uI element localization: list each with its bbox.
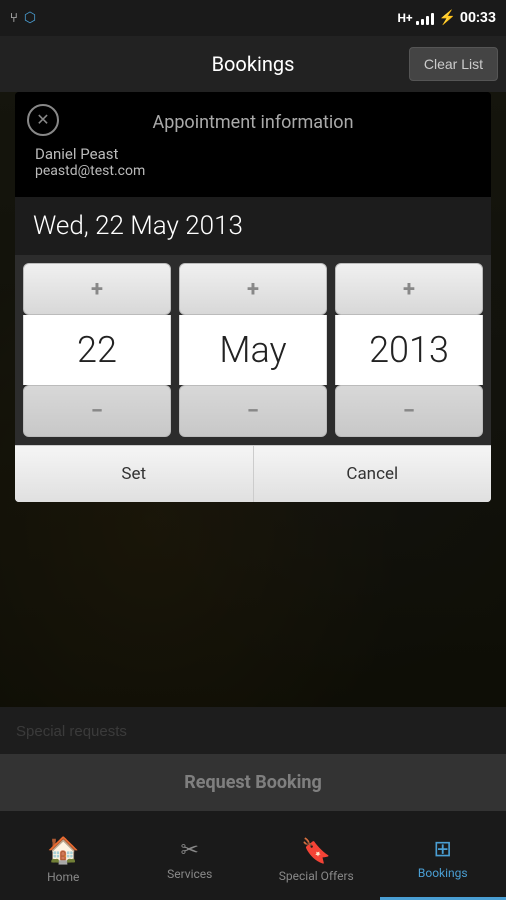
bottom-nav: 🏠 Home ✂ Services 🔖 Special Offers ⊞ Boo… [0, 810, 506, 900]
nav-item-services[interactable]: ✂ Services [127, 811, 254, 900]
clear-list-button[interactable]: Clear List [409, 47, 498, 81]
network-type-icon: H+ [397, 11, 412, 25]
nav-label-services: Services [167, 867, 212, 881]
day-decrement-button[interactable]: − [23, 385, 171, 437]
year-increment-button[interactable]: + [335, 263, 483, 315]
services-icon: ✂ [181, 838, 199, 863]
cancel-button[interactable]: Cancel [254, 446, 492, 502]
nav-item-bookings[interactable]: ⊞ Bookings [380, 811, 506, 900]
close-button[interactable]: ✕ [27, 104, 59, 136]
nav-label-special-offers: Special Offers [279, 869, 354, 883]
wifi-icon: ⬡ [24, 10, 36, 26]
special-offers-icon: 🔖 [301, 837, 331, 865]
month-decrement-button[interactable]: − [179, 385, 327, 437]
year-value: 2013 [335, 315, 483, 385]
bookings-icon: ⊞ [434, 837, 452, 862]
top-bar: Bookings Clear List [0, 36, 506, 92]
status-icons-left: ⑂ ⬡ [10, 10, 36, 26]
close-icon: ✕ [36, 110, 49, 130]
clock: 00:33 [460, 10, 496, 26]
status-bar: ⑂ ⬡ H+ ⚡ 00:33 [0, 0, 506, 36]
status-icons-right: H+ ⚡ 00:33 [397, 10, 496, 26]
appointment-dialog: ✕ Appointment information Daniel Peast p… [15, 92, 491, 502]
date-display-text: Wed, 22 May 2013 [33, 211, 243, 241]
spinner-row: + 22 − + May − + [15, 255, 491, 445]
usb-icon: ⑂ [10, 11, 18, 26]
year-spinner: + 2013 − [335, 263, 483, 437]
minus-icon-year: − [403, 399, 415, 424]
plus-icon-year: + [403, 277, 415, 302]
nav-item-special-offers[interactable]: 🔖 Special Offers [253, 811, 380, 900]
day-increment-button[interactable]: + [23, 263, 171, 315]
month-increment-button[interactable]: + [179, 263, 327, 315]
dialog-title: Appointment information [31, 112, 475, 133]
date-picker: Wed, 22 May 2013 + 22 − + May − [15, 197, 491, 502]
day-spinner: + 22 − [23, 263, 171, 437]
signal-bars [416, 11, 434, 25]
dialog-header: ✕ Appointment information Daniel Peast p… [15, 92, 491, 197]
minus-icon-day: − [91, 399, 103, 424]
plus-icon-month: + [247, 277, 259, 302]
home-icon: 🏠 [47, 836, 79, 866]
nav-item-home[interactable]: 🏠 Home [0, 811, 127, 900]
year-decrement-button[interactable]: − [335, 385, 483, 437]
set-button[interactable]: Set [15, 446, 254, 502]
page-title: Bookings [212, 52, 295, 76]
dialog-action-buttons: Set Cancel [15, 445, 491, 502]
plus-icon-day: + [91, 277, 103, 302]
day-value: 22 [23, 315, 171, 385]
user-name: Daniel Peast [35, 145, 475, 163]
minus-icon-month: − [247, 399, 259, 424]
battery-icon: ⚡ [438, 10, 455, 26]
month-spinner: + May − [179, 263, 327, 437]
month-value: May [179, 315, 327, 385]
date-display: Wed, 22 May 2013 [15, 197, 491, 255]
nav-label-home: Home [47, 870, 79, 884]
nav-label-bookings: Bookings [418, 866, 468, 880]
user-email: peastd@test.com [35, 163, 475, 179]
